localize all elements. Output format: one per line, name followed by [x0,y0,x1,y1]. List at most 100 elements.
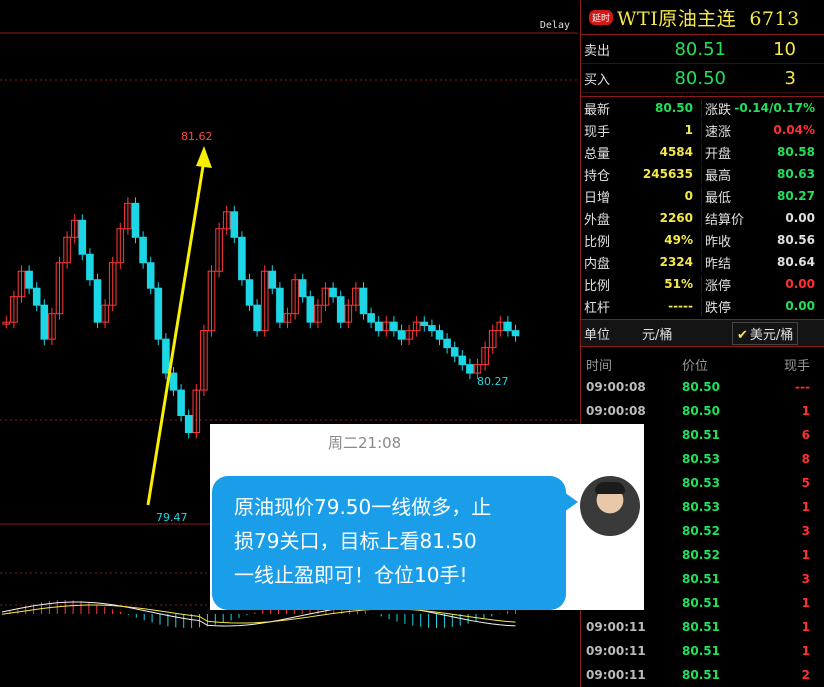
stat-cell-right: 速涨 0.04% [702,121,823,140]
stat-key: 最新 [584,102,611,118]
stat-key: 开盘 [705,146,732,162]
stat-key: 跌停 [705,300,732,316]
buy-price: 80.50 [674,67,726,89]
stat-cell-right: 昨收 80.56 [702,231,823,250]
stats-table: 最新 80.50 涨跌 -0.14/0.17% 现手 1 速涨 0.04% 总量 4584 开盘 80… [581,96,824,317]
stat-cell-left: 总量 4584 [581,142,702,162]
candle-body [390,321,398,332]
candle-body [374,321,383,332]
candle-body [177,389,185,417]
tick-qty: 1 [801,596,810,610]
stat-key: 外盘 [584,212,611,228]
stat-key: 速涨 [705,124,732,140]
stat-row: 内盘 2324 昨结 80.64 [581,251,824,273]
bubble-tail [564,492,578,512]
candle-body [86,253,94,281]
stat-row: 日增 0 最低 80.27 [581,185,824,207]
stat-row: 比例 51% 涨停 0.00 [581,273,824,295]
tick-price: 80.51 [682,572,720,586]
candle-body [93,279,102,323]
unit-option-yuan[interactable]: 元/桶 [642,324,732,343]
stat-cell-left: 比例 51% [581,274,702,294]
tick-qty: --- [795,380,810,394]
stat-value: 80.56 [777,233,815,247]
stat-cell-left: 现手 1 [581,120,702,140]
avatar [580,476,640,536]
candle-body [443,338,451,349]
stat-row: 持仓 245635 最高 80.63 [581,163,824,185]
stat-row: 外盘 2260 结算价 0.00 [581,207,824,229]
sell-quote-row[interactable]: 卖出 80.51 10 [581,35,824,64]
stat-row: 最新 80.50 涨跌 -0.14/0.17% [581,97,824,119]
stat-cell-right: 昨结 80.64 [702,253,823,272]
stat-cell-left: 最新 80.50 [581,98,702,118]
tick-row: 09:00:11 80.51 1 [581,639,824,663]
candle-body [336,296,345,323]
candle-body [367,313,375,323]
tick-qty: 5 [801,476,810,490]
buy-quote-row[interactable]: 买入 80.50 3 [581,64,824,93]
candle-body [397,330,406,340]
message-line-3: 一线止盈即可！仓位10手! [234,563,468,587]
stat-key: 结算价 [705,212,745,228]
stat-value: 0.00 [785,277,815,291]
tick-row: 09:00:11 80.51 2 [581,663,824,687]
tick-qty: 1 [801,404,810,418]
candle-body [298,279,307,298]
delay-badge: 延时 [589,9,614,25]
candle-body [169,372,178,391]
stat-key: 昨结 [705,256,732,272]
candle-body [32,287,41,306]
tick-qty: 3 [801,524,810,538]
stat-value: 2324 [659,255,693,269]
tick-qty: 1 [801,620,810,634]
stat-value: 51% [664,277,693,291]
stat-key: 比例 [584,234,611,250]
high-price-label: 81.62 [181,130,213,143]
tick-time: 09:00:11 [586,620,646,634]
stat-cell-right: 涨停 0.00 [702,275,823,294]
stat-cell-left: 日增 0 [581,186,702,206]
tick-table-header: 时间 价位 现手 [581,353,824,375]
stat-key: 比例 [584,278,611,294]
tick-time: 09:00:08 [586,380,646,394]
candle-body [458,355,467,366]
message-line-1: 原油现价79.50一线做多，止 [234,495,492,519]
candle-body [428,325,436,332]
sell-price: 80.51 [674,38,726,60]
tick-price: 80.51 [682,644,720,658]
buy-label: 买入 [584,72,611,88]
tick-row: 09:00:08 80.50 --- [581,375,824,399]
message-timestamp: 周二21:08 [328,434,402,452]
stat-cell-left: 比例 49% [581,230,702,250]
stat-value: 0.04% [773,123,815,137]
symbol-code: 6713 [749,7,800,30]
tick-price: 80.51 [682,668,720,682]
tick-price: 80.52 [682,548,720,562]
stat-key: 日增 [584,190,611,206]
stat-value: 49% [664,233,693,247]
symbol-title-bar: 延时 WTI原油主连 6713 [581,0,824,35]
unit-option-usd[interactable]: ✔ 美元/桶 [732,321,799,345]
candle-body [306,296,315,323]
candle-body [245,279,254,306]
stat-key: 最低 [705,190,732,206]
stat-key: 最高 [705,168,732,184]
stat-row: 杠杆 ----- 跌停 0.00 [581,295,824,317]
stat-value: 1 [684,123,693,137]
stat-cell-right: 最高 80.63 [702,165,823,184]
stat-value: 80.50 [655,101,693,115]
candle-body [466,364,474,374]
stat-row: 总量 4584 开盘 80.58 [581,141,824,163]
tick-price: 80.50 [682,404,720,418]
stat-cell-right: 开盘 80.58 [702,143,823,162]
tick-header-qty: 现手 [783,358,810,374]
stat-key: 杠杆 [584,300,611,316]
candle-body [162,338,170,374]
tick-qty: 1 [801,644,810,658]
stat-cell-right: 跌停 0.00 [702,297,823,316]
stat-key: 持仓 [584,168,611,184]
stat-key: 涨跌 [705,102,732,118]
tick-price: 80.51 [682,428,720,442]
tick-qty: 8 [801,452,810,466]
